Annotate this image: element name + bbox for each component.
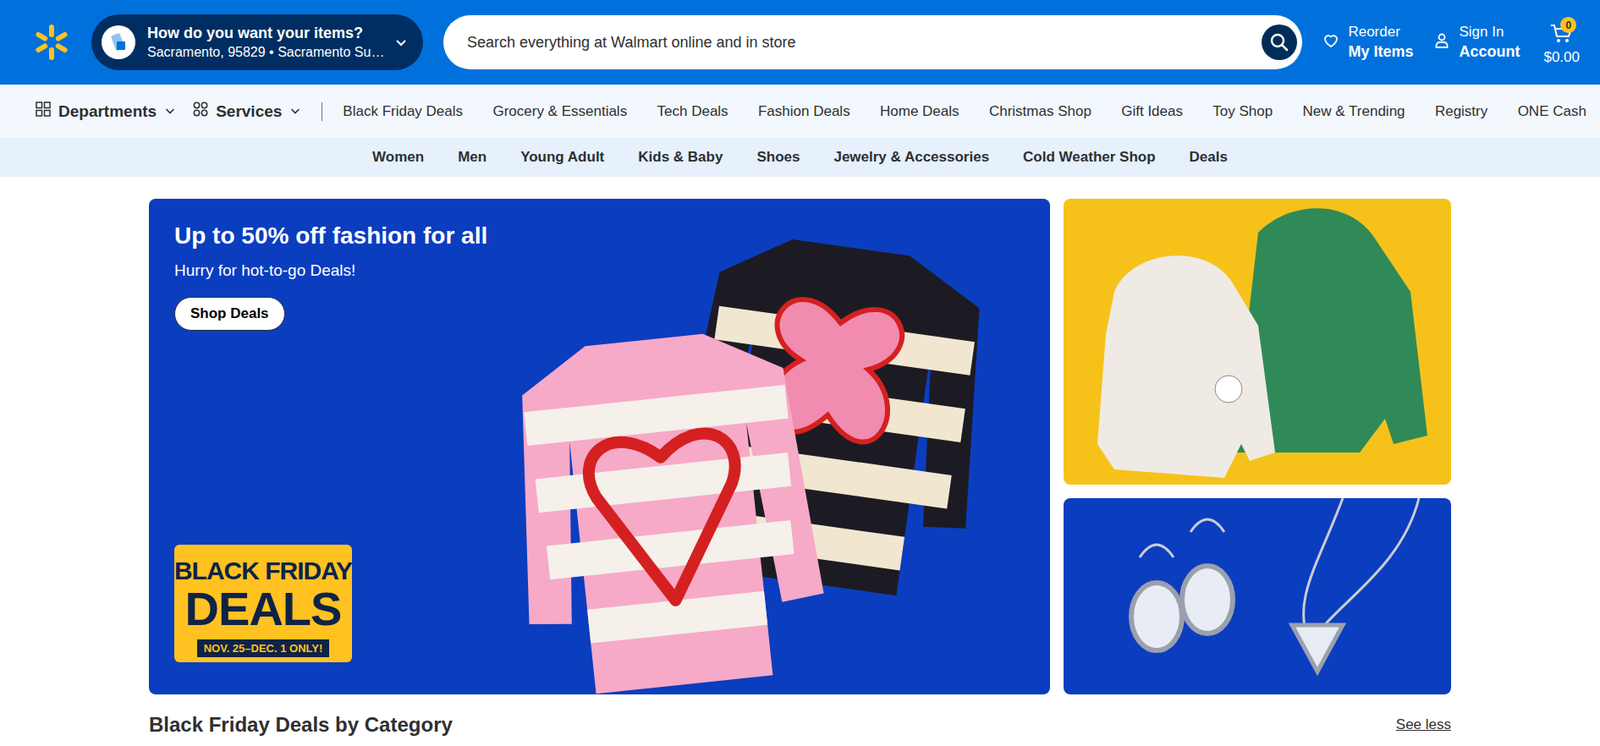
- category-link[interactable]: Shoes: [756, 148, 800, 166]
- nav-links: Black Friday Deals Grocery & Essentials Te…: [342, 103, 1587, 121]
- category-link[interactable]: Women: [372, 148, 424, 166]
- nav-link[interactable]: Grocery & Essentials: [492, 103, 627, 121]
- phone-bag-icon: [101, 25, 136, 60]
- account-title: Account: [1458, 43, 1520, 61]
- category-link[interactable]: Jewelry & Accessories: [833, 148, 990, 166]
- sign-in-label: Sign In: [1458, 23, 1520, 41]
- account-text: Sign In Account: [1458, 23, 1520, 61]
- nav-link[interactable]: Tech Deals: [657, 103, 729, 121]
- nav-separator: [321, 102, 323, 121]
- category-link[interactable]: Kids & Baby: [637, 148, 723, 166]
- promo-tiles: [1063, 198, 1452, 695]
- category-link[interactable]: Men: [457, 148, 487, 166]
- person-icon: [1433, 32, 1451, 53]
- main-nav: Departments Services Black Friday Deals Gro…: [0, 84, 1600, 138]
- reorder-title: My Items: [1347, 43, 1414, 61]
- jackets-promo-image[interactable]: [1063, 198, 1452, 485]
- nav-menu[interactable]: Services: [192, 101, 302, 121]
- badge-dates: NOV. 25–DEC. 1 ONLY!: [197, 639, 330, 658]
- chevron-down-icon: [289, 102, 302, 121]
- section-title: Black Friday Deals by Category: [148, 713, 453, 737]
- chevron-down-icon: [164, 102, 176, 121]
- category-nav: Women Men Young Adult Kids & Baby Shoes Jewel…: [0, 137, 1600, 177]
- hero-banner[interactable]: Up to 50% off fashion for all Hurry for h…: [148, 198, 1051, 695]
- nav-link[interactable]: Black Friday Deals: [342, 103, 463, 121]
- main-content: Up to 50% off fashion for all Hurry for h…: [148, 198, 1452, 737]
- reorder-text: Reorder My Items: [1347, 23, 1414, 61]
- black-friday-badge: BLACK FRIDAYDEALS NOV. 25–DEC. 1 ONLY!: [174, 544, 352, 663]
- walmart-logo-icon[interactable]: [32, 22, 72, 62]
- nav-link[interactable]: ONE Cash: [1517, 103, 1587, 121]
- see-less-link[interactable]: See less: [1396, 716, 1452, 734]
- nav-link[interactable]: New & Trending: [1303, 103, 1406, 121]
- badge-line: DEALS: [185, 585, 342, 633]
- fulfillment-selector[interactable]: How do you want your items?Sacramento, 9…: [91, 14, 424, 71]
- sweaters-image: [500, 220, 1025, 695]
- jewelry-promo-image[interactable]: [1063, 498, 1452, 695]
- cart-button[interactable]: 0 $0.00: [1539, 18, 1584, 66]
- departments-icon: [35, 101, 51, 121]
- fulfillment-location: Sacramento, 95829 • Sacramento Su…: [147, 44, 383, 61]
- services-icon: [192, 101, 209, 121]
- fulfillment-title: How do you want your items?: [147, 24, 383, 43]
- shop-deals-button[interactable]: Shop Deals: [174, 296, 286, 331]
- fulfillment-text: How do you want your items?Sacramento, 9…: [147, 24, 383, 61]
- nav-link[interactable]: Christmas Shop: [989, 103, 1092, 121]
- account-link[interactable]: Sign In Account: [1433, 23, 1520, 61]
- top-header: How do you want your items?Sacramento, 9…: [0, 0, 1600, 85]
- badge-line: BLACK FRIDAY: [174, 556, 352, 586]
- reorder-link[interactable]: Reorder My Items: [1322, 23, 1414, 61]
- nav-link[interactable]: Gift Ideas: [1121, 103, 1183, 121]
- search-input[interactable]: [467, 33, 1254, 52]
- nav-menu-label: Services: [215, 102, 282, 121]
- hero-subtitle: Hurry for hot-to-go Deals!: [174, 261, 1025, 281]
- hero-title: Up to 50% off fashion for all: [174, 222, 1025, 250]
- nav-menu[interactable]: Departments: [35, 101, 176, 121]
- category-section-header: Black Friday Deals by Category See less: [148, 713, 1452, 737]
- category-link[interactable]: Deals: [1189, 148, 1228, 166]
- chevron-down-icon: [394, 35, 408, 50]
- cart-count-badge: 0: [1560, 16, 1577, 33]
- reorder-label: Reorder: [1347, 23, 1414, 41]
- category-link[interactable]: Young Adult: [520, 148, 605, 166]
- heart-icon: [1322, 32, 1340, 53]
- cart-total: $0.00: [1543, 49, 1580, 66]
- nav-link[interactable]: Home Deals: [879, 103, 960, 121]
- nav-menu-label: Departments: [58, 102, 157, 121]
- nav-link[interactable]: Toy Shop: [1212, 103, 1273, 121]
- nav-link[interactable]: Registry: [1435, 103, 1488, 121]
- category-link[interactable]: Cold Weather Shop: [1022, 148, 1155, 166]
- hero-grid: Up to 50% off fashion for all Hurry for h…: [148, 198, 1452, 695]
- search-bar: [443, 15, 1303, 70]
- search-icon[interactable]: [1261, 24, 1298, 61]
- nav-link[interactable]: Fashion Deals: [758, 103, 851, 121]
